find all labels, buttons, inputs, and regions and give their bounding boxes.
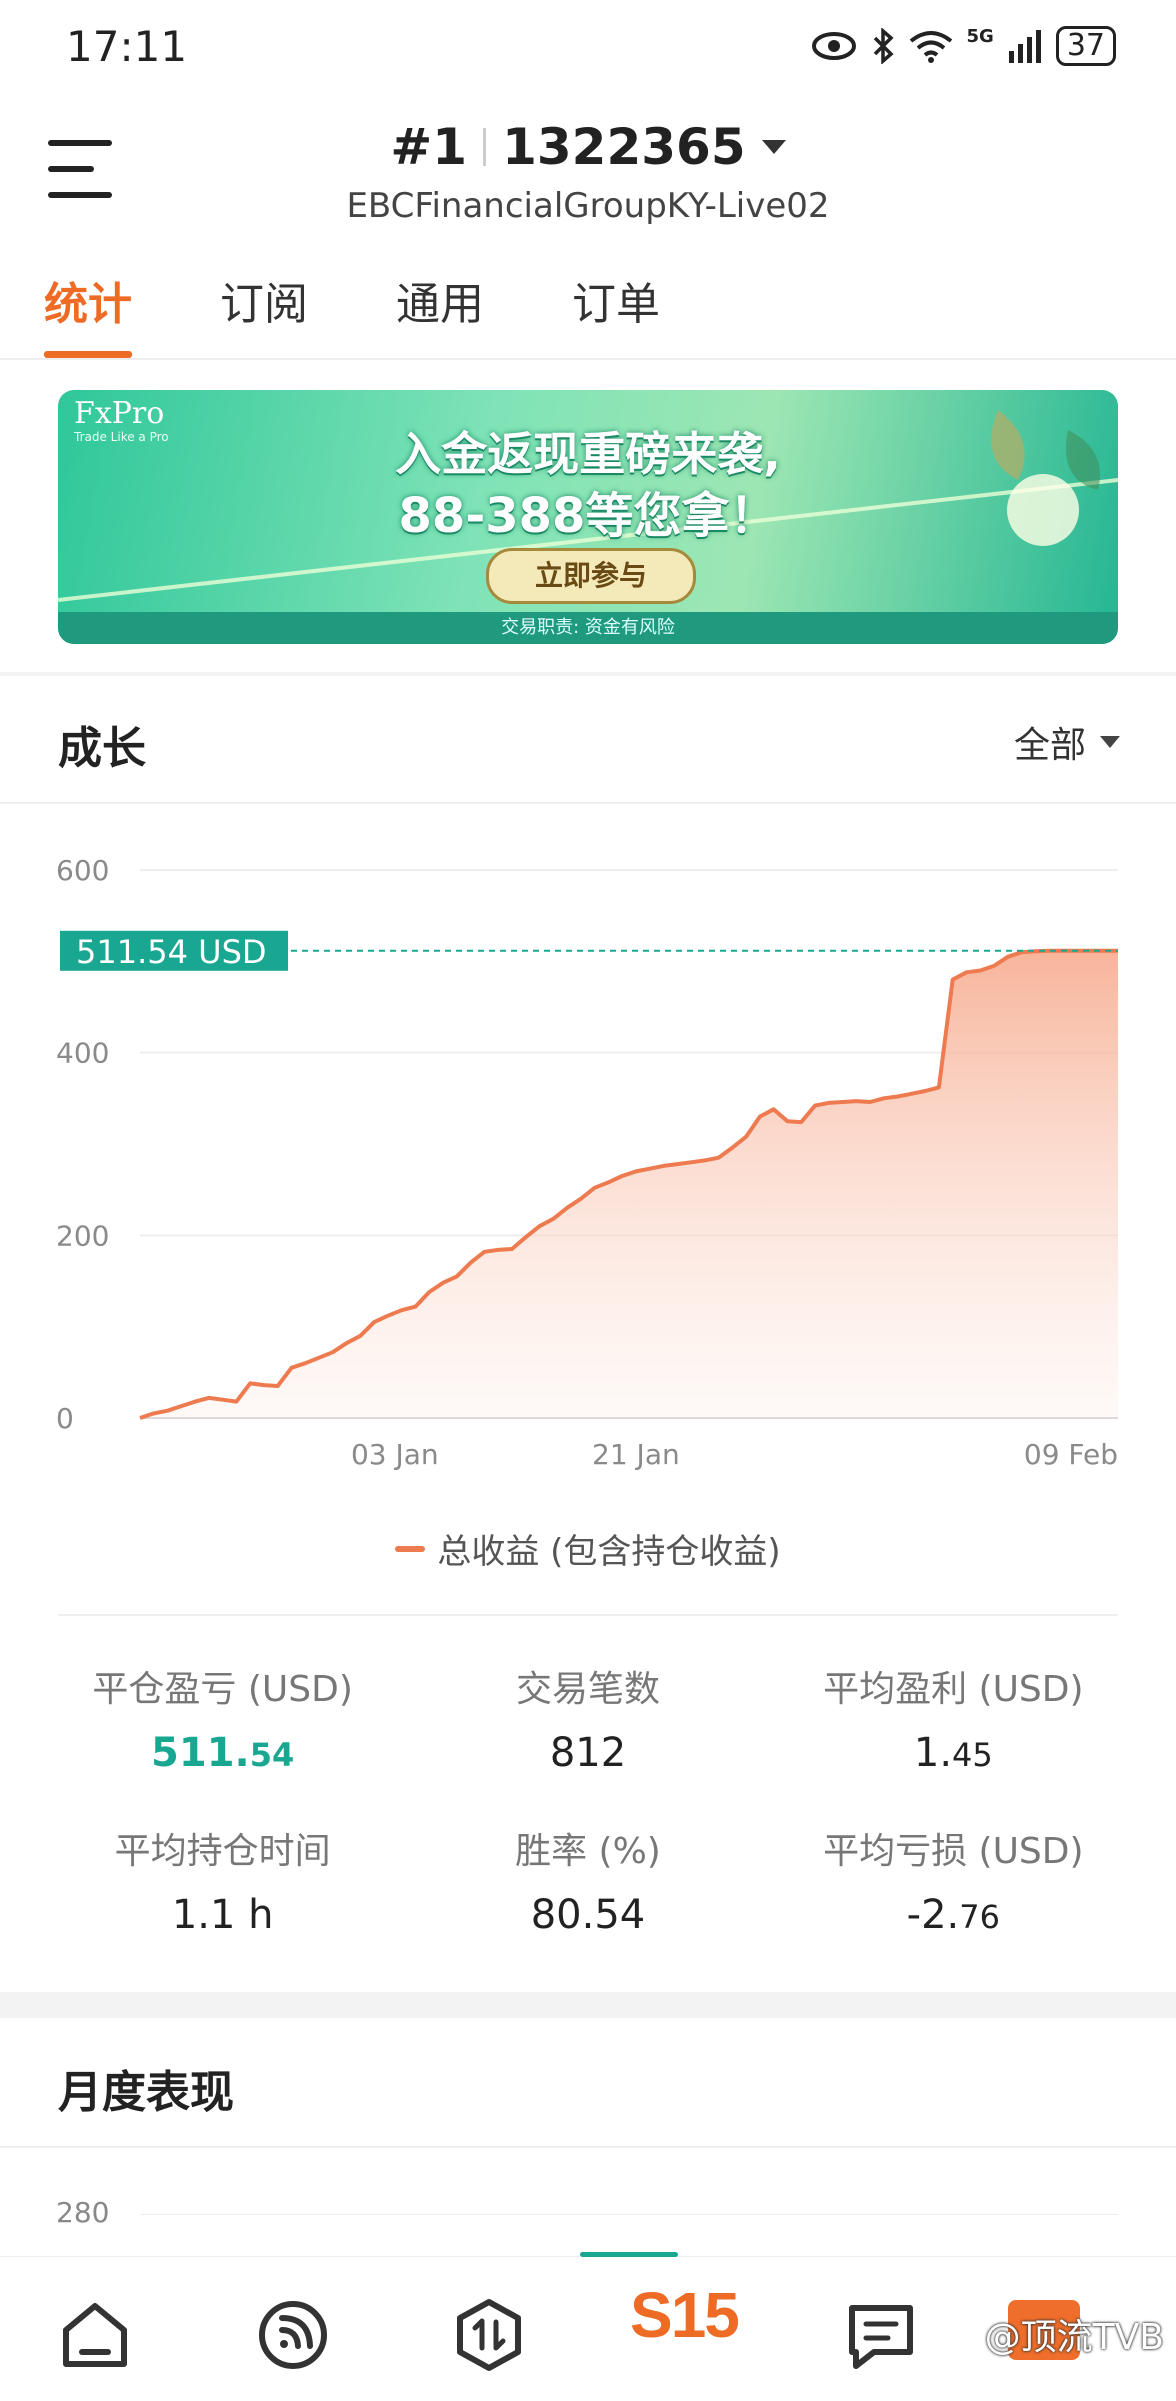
banner-subheadline: 88-388等您拿！	[398, 488, 778, 544]
stat-avg-loss: 平均亏损 (USD) -2.76	[771, 1822, 1136, 1938]
banner-headline: 入金返现重磅来袭,	[395, 427, 781, 481]
growth-chart[interactable]: 0 200 400 600 511.54 USD 03 Jan 21 Jan 09 Feb	[0, 820, 1176, 1510]
stat-label: 交易笔数	[515, 1669, 660, 1710]
nav-active-indicator	[580, 2252, 678, 2257]
status-icons: 5G 37	[811, 26, 1116, 66]
stat-value: 511.54	[151, 1730, 295, 1776]
y-tick-label: 200	[56, 1219, 109, 1252]
banner-cta-button[interactable]: 立即参与	[486, 548, 696, 604]
growth-title: 成长	[58, 723, 146, 774]
stats-divider	[58, 1614, 1118, 1616]
home-icon[interactable]	[50, 2290, 140, 2380]
stat-closed-pnl: 平仓盈亏 (USD) 511.54	[40, 1660, 405, 1776]
chart-legend: 总收益 (包含持仓收益)	[0, 1524, 1176, 1573]
growth-filter-dropdown[interactable]: 全部	[1014, 716, 1120, 768]
y-tick-label: 400	[56, 1037, 109, 1070]
stat-value: 80.54	[530, 1892, 646, 1938]
stat-label: 平均亏损 (USD)	[823, 1831, 1084, 1872]
account-separator	[483, 128, 487, 166]
stat-avg-hold-time: 平均持仓时间 1.1 h	[40, 1822, 405, 1938]
banner-footer: 交易职责: 资金有风险	[58, 612, 1118, 644]
legend-swatch	[395, 1545, 426, 1552]
legend-label: 总收益 (包含持仓收益)	[437, 1532, 781, 1572]
stat-trade-count: 交易笔数 812	[405, 1660, 770, 1776]
stat-label: 平均盈利 (USD)	[823, 1669, 1084, 1710]
tab-bar: 统计 订阅 通用 订单	[44, 268, 748, 358]
messages-icon[interactable]	[836, 2290, 926, 2380]
stat-label: 平仓盈亏 (USD)	[92, 1669, 353, 1710]
tab-statistics[interactable]: 统计	[44, 268, 132, 358]
stat-value: 1.1 h	[171, 1892, 274, 1938]
section-gap	[0, 1992, 1176, 2018]
battery-level: 37	[1055, 26, 1116, 66]
account-id: 1322365	[502, 118, 746, 176]
bluetooth-icon	[873, 28, 894, 64]
wifi-icon	[909, 31, 952, 63]
monthly-y-label: 280	[56, 2196, 110, 2229]
stat-label: 平均持仓时间	[114, 1831, 331, 1872]
growth-filter-label: 全部	[1013, 725, 1086, 766]
status-time: 17:11	[66, 22, 188, 71]
stats-grid: 平仓盈亏 (USD) 511.54 交易笔数 812 平均盈利 (USD) 1.…	[40, 1660, 1136, 1938]
chevron-down-icon	[1100, 736, 1120, 748]
chart-area-series	[140, 950, 1118, 1418]
section-gap	[0, 672, 1176, 676]
growth-divider	[0, 802, 1176, 804]
monthly-divider	[0, 2146, 1176, 2148]
stat-avg-profit: 平均盈利 (USD) 1.45	[771, 1660, 1136, 1776]
stat-value: -2.76	[906, 1892, 1000, 1938]
stat-label: 胜率 (%)	[515, 1831, 661, 1872]
s15-tab[interactable]: S15	[630, 2278, 740, 2352]
tab-subscribe[interactable]: 订阅	[220, 268, 308, 358]
x-tick-label: 03 Jan	[351, 1438, 439, 1471]
y-tick-label: 0	[56, 1402, 74, 1435]
watermark: @顶流TVB	[984, 2317, 1164, 2358]
monthly-grid-line	[140, 2214, 1118, 2215]
stat-value: 812	[549, 1730, 627, 1776]
stat-value: 1.45	[913, 1730, 993, 1776]
chart-x-axis: 03 Jan 21 Jan 09 Feb	[351, 1438, 1118, 1471]
promo-banner[interactable]: FxPro Trade Like a Pro 入金返现重磅来袭, 88-388等…	[58, 390, 1118, 644]
x-tick-label: 09 Feb	[1024, 1438, 1118, 1471]
network-type: 5G	[966, 26, 994, 47]
tab-general[interactable]: 通用	[396, 268, 484, 358]
y-tick-label: 600	[56, 854, 109, 887]
tab-orders[interactable]: 订单	[572, 268, 660, 358]
chevron-down-icon	[761, 140, 786, 154]
account-selector[interactable]: #1 1322365	[0, 118, 1176, 176]
account-number: #1	[390, 118, 468, 176]
stat-win-rate: 胜率 (%) 80.54	[405, 1822, 770, 1938]
server-name: EBCFinancialGroupKY-Live02	[346, 186, 830, 226]
current-value-label: 511.54 USD	[76, 933, 267, 971]
tab-divider	[0, 358, 1176, 360]
eye-icon	[811, 32, 856, 60]
x-tick-label: 21 Jan	[592, 1438, 680, 1471]
monthly-title: 月度表现	[58, 2067, 234, 2118]
signal-icon	[1008, 30, 1041, 63]
feed-icon[interactable]	[248, 2290, 338, 2380]
trade-icon[interactable]	[444, 2290, 534, 2380]
